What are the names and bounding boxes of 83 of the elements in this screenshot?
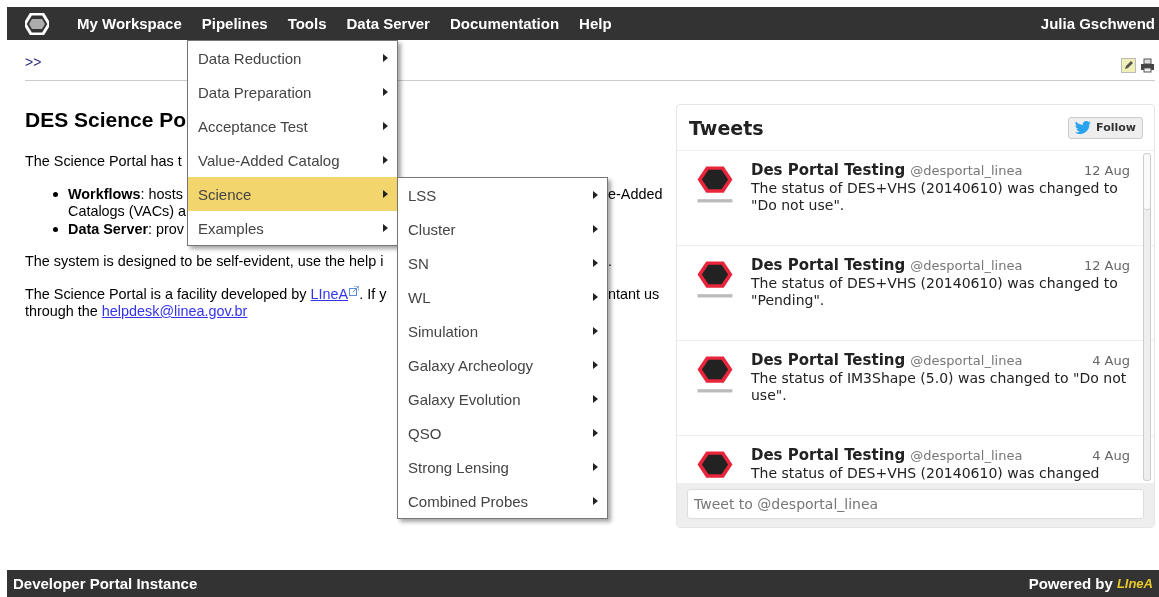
caret-icon: [383, 122, 388, 130]
paragraph-text: e-Added: [608, 185, 663, 203]
menu-item[interactable]: Galaxy Evolution: [398, 382, 607, 416]
tweet-text: The status of DES+VHS (20140610) was changed to "Do not use".: [751, 180, 1119, 214]
caret-icon: [383, 54, 388, 62]
follow-button[interactable]: Follow: [1068, 116, 1143, 139]
text-link[interactable]: helpdesk@linea.gov.br: [101, 303, 248, 319]
menu-item[interactable]: Galaxy Archeology: [398, 348, 607, 382]
tweet-date[interactable]: 12 Aug: [1083, 162, 1130, 180]
footer-text: Powered by: [1028, 575, 1113, 592]
print-icon[interactable]: [1140, 57, 1155, 73]
menu-item[interactable]: Cluster: [398, 212, 607, 246]
paragraph-text: Catalogs (VACs) a: [68, 203, 187, 221]
tweet-handle[interactable]: @desportal_linea: [910, 257, 1023, 275]
hexagon-logo-icon[interactable]: [25, 12, 49, 35]
menu-item[interactable]: LSS: [398, 178, 607, 212]
page-heading: DES Science Po: [25, 108, 187, 132]
caret-icon: [593, 497, 598, 505]
linea-logo[interactable]: LIneA: [1116, 576, 1153, 591]
caret-icon: [383, 224, 388, 232]
menu-item[interactable]: Value-Added Catalog: [188, 143, 397, 177]
caret-icon: [383, 156, 388, 164]
tweet-text: The status of DES+VHS (20140610) was changed to "Pending".: [751, 275, 1119, 309]
breadcrumb-link[interactable]: >>: [25, 50, 42, 70]
tweet-author[interactable]: Des Portal Testing: [751, 161, 906, 179]
caret-icon: [593, 191, 598, 199]
tweet-author[interactable]: Des Portal Testing: [751, 446, 906, 464]
menu-item[interactable]: QSO: [398, 416, 607, 450]
paragraph-text: The system is designed to be self-evident, use the help i: [25, 253, 384, 271]
paragraph-text: Workflows: hosts: [68, 185, 183, 203]
paragraph-text: ntant us: [608, 285, 660, 303]
text-link[interactable]: LIneA: [310, 285, 360, 302]
tweet-text: The status of IM3Shape (5.0) was changed to "Do not use".: [751, 370, 1128, 404]
bullet-icon: [53, 191, 58, 197]
tweet-input-field[interactable]: Tweet to @desportal_linea: [687, 489, 1144, 519]
bullet-icon: [53, 226, 58, 232]
menu-item[interactable]: Combined Probes: [398, 484, 607, 518]
menu-item[interactable]: Science: [188, 177, 397, 211]
nav-menu-item[interactable]: Help: [569, 8, 622, 39]
edit-icon[interactable]: [1121, 57, 1136, 73]
caret-icon: [593, 429, 598, 437]
caret-icon: [593, 259, 598, 267]
menu-item[interactable]: Data Preparation: [188, 75, 397, 109]
nav-menu-item[interactable]: My Workspace: [67, 8, 192, 39]
tweet-handle[interactable]: @desportal_linea: [910, 447, 1023, 465]
nav-menu-item[interactable]: Tools: [277, 8, 337, 39]
paragraph-text: The Science Portal has t: [25, 153, 182, 171]
caret-icon: [593, 293, 598, 301]
caret-icon: [593, 361, 598, 369]
footer-text: Developer Portal Instance: [13, 575, 198, 592]
paragraph-text: Data Server: prov: [68, 220, 184, 238]
tweet-date[interactable]: 4 Aug: [1092, 352, 1130, 370]
nav-menu-item[interactable]: Pipelines: [191, 8, 278, 39]
tweet-author[interactable]: Des Portal Testing: [751, 256, 906, 274]
nav-menu-item[interactable]: Data Server: [336, 8, 440, 39]
menu-item[interactable]: Data Reduction: [188, 41, 397, 75]
paragraph-text: through the helpdesk@linea.gov.br: [25, 303, 248, 321]
tweet-author[interactable]: Des Portal Testing: [751, 351, 906, 369]
tweet-text: The status of DES+VHS (20140610) was changed: [751, 465, 1101, 482]
caret-icon: [593, 225, 598, 233]
menu-item[interactable]: Examples: [188, 211, 397, 245]
paragraph-text: .: [608, 253, 612, 271]
tweet-handle[interactable]: @desportal_linea: [910, 162, 1023, 180]
menu-item[interactable]: Strong Lensing: [398, 450, 607, 484]
caret-icon: [383, 190, 388, 198]
scrollbar[interactable]: [1143, 153, 1151, 481]
external-link-icon: [349, 285, 360, 296]
caret-icon: [593, 395, 598, 403]
menu-item[interactable]: WL: [398, 280, 607, 314]
tweet-date[interactable]: 12 Aug: [1083, 257, 1130, 275]
caret-icon: [383, 88, 388, 96]
nav-menu-item[interactable]: Documentation: [439, 8, 570, 39]
tweet-handle[interactable]: @desportal_linea: [910, 352, 1023, 370]
user-name[interactable]: Julia Gschwend: [1030, 8, 1155, 39]
paragraph-text: The Science Portal is a facility developed by LIneA . If y: [25, 285, 387, 303]
bird-icon: [1075, 121, 1092, 134]
tweet-date[interactable]: 4 Aug: [1092, 447, 1130, 465]
menu-item[interactable]: Acceptance Test: [188, 109, 397, 143]
menu-item[interactable]: SN: [398, 246, 607, 280]
caret-icon: [593, 463, 598, 471]
caret-icon: [593, 327, 598, 335]
widget-title: Tweets: [689, 116, 764, 139]
menu-item[interactable]: Simulation: [398, 314, 607, 348]
